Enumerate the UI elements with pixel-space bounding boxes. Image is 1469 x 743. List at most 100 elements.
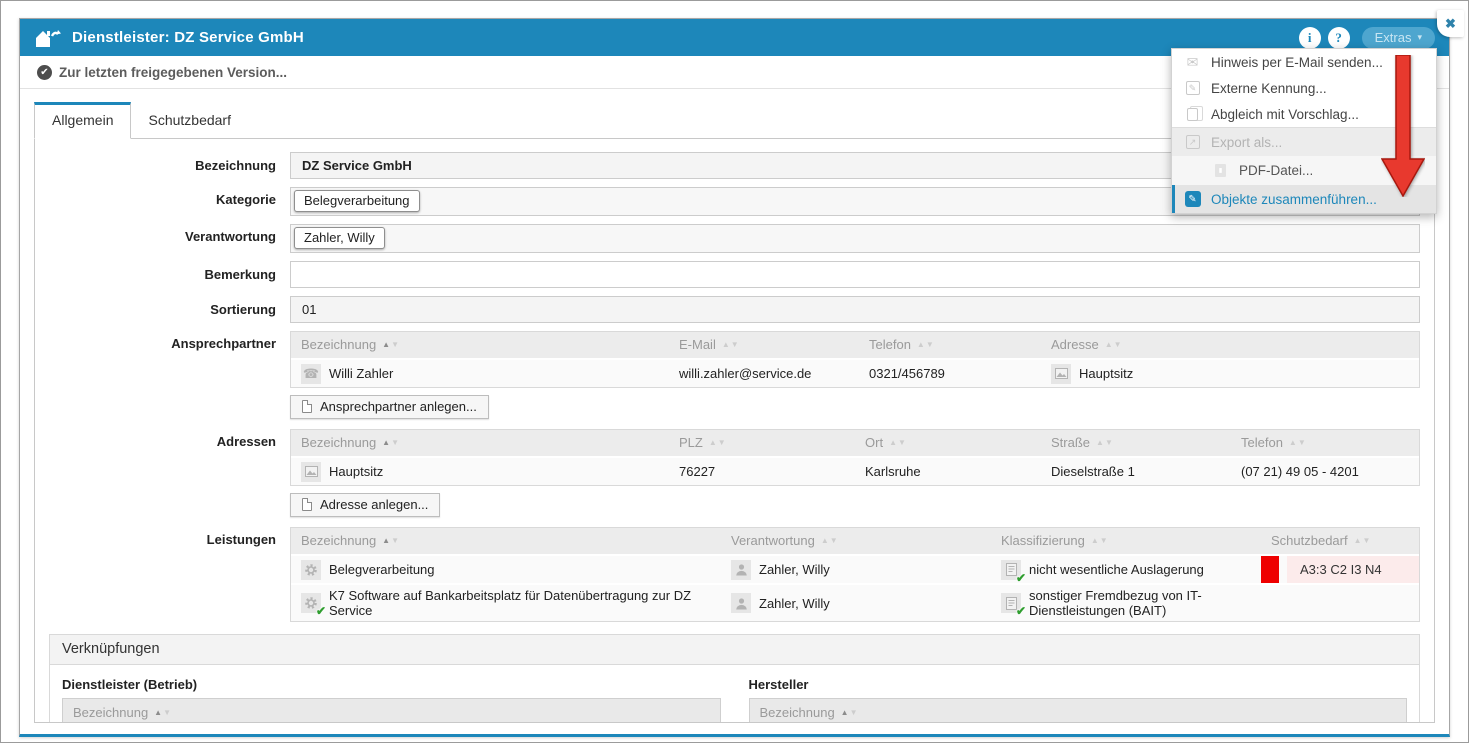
screen: Dienstleister: DZ Service GmbH i ? Extra… xyxy=(0,0,1469,743)
sort-icon: ▲▼ xyxy=(1091,537,1109,545)
col-header-bezeichnung[interactable]: Bezeichnung▲▼ xyxy=(291,430,669,456)
menu-item-hinweis-email[interactable]: ✉ Hinweis per E-Mail senden... xyxy=(1172,49,1436,75)
schutzbedarf-cell: A3:3 C2 I3 N4 xyxy=(1261,556,1419,583)
sort-icon: ▲▼ xyxy=(1289,439,1307,447)
col-header-bezeichnung[interactable]: Bezeichnung▲▼ xyxy=(291,528,721,554)
export-icon: ↗ xyxy=(1184,135,1201,149)
extras-button[interactable]: Extras ▾ xyxy=(1362,27,1435,49)
menu-item-pdf-datei[interactable]: ▮ PDF-Datei... xyxy=(1172,156,1436,185)
sort-icon: ▲▼ xyxy=(1105,341,1123,349)
add-ansprechpartner-button[interactable]: Ansprechpartner anlegen... xyxy=(290,395,489,419)
sort-icon: ▲▼ xyxy=(382,341,400,349)
sort-icon: ▲▼ xyxy=(722,341,740,349)
add-adresse-button[interactable]: Adresse anlegen... xyxy=(290,493,440,517)
table-row[interactable]: ✔K7 Software auf Bankarbeitsplatz für Da… xyxy=(291,583,1419,621)
sort-icon: ▲▼ xyxy=(382,439,400,447)
table-row[interactable]: Hauptsitz 76227 Karlsruhe Dieselstraße 1… xyxy=(291,456,1419,485)
edit-icon: ✎ xyxy=(1184,81,1201,95)
adressen-label: Adressen xyxy=(49,429,290,449)
col-header-schutzbedarf[interactable]: Schutzbedarf▲▼ xyxy=(1261,528,1419,554)
classification-doc-icon: ✔ xyxy=(1001,593,1021,613)
bezeichnung-label: Bezeichnung xyxy=(49,158,290,173)
check-icon: ✔ xyxy=(316,604,326,618)
sort-icon: ▲▼ xyxy=(917,341,935,349)
table-row[interactable]: ☎Willi Zahler willi.zahler@service.de 03… xyxy=(291,358,1419,387)
check-icon: ✔ xyxy=(1016,571,1026,585)
sort-icon: ▲▼ xyxy=(841,709,859,717)
col-header-verantwortung[interactable]: Verantwortung▲▼ xyxy=(721,528,991,554)
page-title: Dienstleister: DZ Service GmbH xyxy=(72,29,304,46)
sort-icon: ▲▼ xyxy=(1096,439,1114,447)
new-page-icon xyxy=(302,498,312,511)
close-button[interactable]: ✖ xyxy=(1437,10,1464,37)
person-icon xyxy=(731,560,751,580)
col-header-email[interactable]: E-Mail▲▼ xyxy=(669,332,859,358)
kategorie-tag[interactable]: Belegverarbeitung xyxy=(294,190,420,212)
verknuepfungen-section: Verknüpfungen Dienstleister (Betrieb) Be… xyxy=(49,634,1420,723)
col-header-ort[interactable]: Ort▲▼ xyxy=(855,430,1041,456)
bemerkung-field[interactable] xyxy=(290,261,1420,288)
dienstleister-betrieb-label: Dienstleister (Betrieb) xyxy=(62,677,721,692)
col-header-bezeichnung[interactable]: Bezeichnung▲▼ xyxy=(291,332,669,358)
menu-item-abgleich-vorschlag[interactable]: Abgleich mit Vorschlag... xyxy=(1172,101,1436,127)
bemerkung-label: Bemerkung xyxy=(49,267,290,282)
pdf-file-icon: ▮ xyxy=(1212,164,1229,177)
leistungen-label: Leistungen xyxy=(49,527,290,547)
menu-item-export-als: ↗ Export als... xyxy=(1172,128,1436,156)
verknuepfungen-title: Verknüpfungen xyxy=(50,635,1419,665)
info-button[interactable]: i xyxy=(1299,27,1321,49)
close-icon: ✖ xyxy=(1445,16,1456,32)
col-header-telefon[interactable]: Telefon▲▼ xyxy=(1231,430,1419,456)
contact-icon: ☎ xyxy=(301,364,321,384)
leistungen-table: Bezeichnung▲▼ Verantwortung▲▼ Klassifizi… xyxy=(290,527,1420,622)
envelope-icon: ✉ xyxy=(1184,54,1201,71)
adressen-table: Bezeichnung▲▼ PLZ▲▼ Ort▲▼ Straße▲▼ Telef… xyxy=(290,429,1420,486)
ansprechpartner-label: Ansprechpartner xyxy=(49,331,290,351)
verantwortung-field[interactable]: Zahler, Willy xyxy=(290,224,1420,253)
sort-icon: ▲▼ xyxy=(821,537,839,545)
address-icon xyxy=(301,462,321,482)
table-row[interactable]: Belegverarbeitung Zahler, Willy ✔nicht w… xyxy=(291,554,1419,583)
copy-icon xyxy=(1184,108,1201,121)
sort-icon: ▲▼ xyxy=(154,709,172,717)
service-gear-icon: ✔ xyxy=(301,593,321,613)
col-header-adresse[interactable]: Adresse▲▼ xyxy=(1041,332,1419,358)
person-icon xyxy=(731,593,751,613)
col-header-plz[interactable]: PLZ▲▼ xyxy=(669,430,855,456)
merge-icon: ✎ xyxy=(1184,191,1201,207)
extras-label: Extras xyxy=(1375,30,1412,45)
last-approved-version-link[interactable]: Zur letzten freigegebenen Version... xyxy=(59,65,287,80)
sortierung-field[interactable]: 01 xyxy=(290,296,1420,323)
address-icon xyxy=(1051,364,1071,384)
kategorie-label: Kategorie xyxy=(49,187,290,207)
schutzbedarf-value: A3:3 C2 I3 N4 xyxy=(1287,556,1419,583)
tab-schutzbedarf[interactable]: Schutzbedarf xyxy=(131,103,248,138)
col-header-bezeichnung[interactable]: Bezeichnung ▲▼ xyxy=(62,698,721,723)
sort-icon: ▲▼ xyxy=(382,537,400,545)
sortierung-label: Sortierung xyxy=(49,302,290,317)
help-button[interactable]: ? xyxy=(1328,27,1350,49)
sort-icon: ▲▼ xyxy=(889,439,907,447)
new-page-icon xyxy=(302,400,312,413)
menu-item-objekte-zusammenfuehren[interactable]: ✎ Objekte zusammenführen... xyxy=(1172,185,1436,213)
schutzbedarf-flag xyxy=(1261,556,1279,583)
tab-allgemein[interactable]: Allgemein xyxy=(34,102,131,139)
menu-item-externe-kennung[interactable]: ✎ Externe Kennung... xyxy=(1172,75,1436,101)
service-provider-icon xyxy=(34,27,62,49)
classification-doc-icon: ✔ xyxy=(1001,560,1021,580)
sort-icon: ▲▼ xyxy=(709,439,727,447)
hersteller-label: Hersteller xyxy=(749,677,1408,692)
extras-menu: ✉ Hinweis per E-Mail senden... ✎ Externe… xyxy=(1171,48,1437,214)
chevron-down-icon: ▾ xyxy=(1417,32,1422,43)
col-header-telefon[interactable]: Telefon▲▼ xyxy=(859,332,1041,358)
col-header-klassifizierung[interactable]: Klassifizierung▲▼ xyxy=(991,528,1261,554)
ansprechpartner-table: Bezeichnung▲▼ E-Mail▲▼ Telefon▲▼ Adresse… xyxy=(290,331,1420,388)
check-icon: ✔ xyxy=(1016,604,1026,618)
service-gear-icon xyxy=(301,560,321,580)
verantwortung-tag[interactable]: Zahler, Willy xyxy=(294,227,385,249)
tab-content-panel: Bezeichnung DZ Service GmbH Kategorie Be… xyxy=(34,138,1435,723)
col-header-strasse[interactable]: Straße▲▼ xyxy=(1041,430,1231,456)
col-header-bezeichnung[interactable]: Bezeichnung ▲▼ xyxy=(749,698,1408,723)
check-circle-icon: ✔ xyxy=(37,65,52,80)
verantwortung-label: Verantwortung xyxy=(49,224,290,244)
